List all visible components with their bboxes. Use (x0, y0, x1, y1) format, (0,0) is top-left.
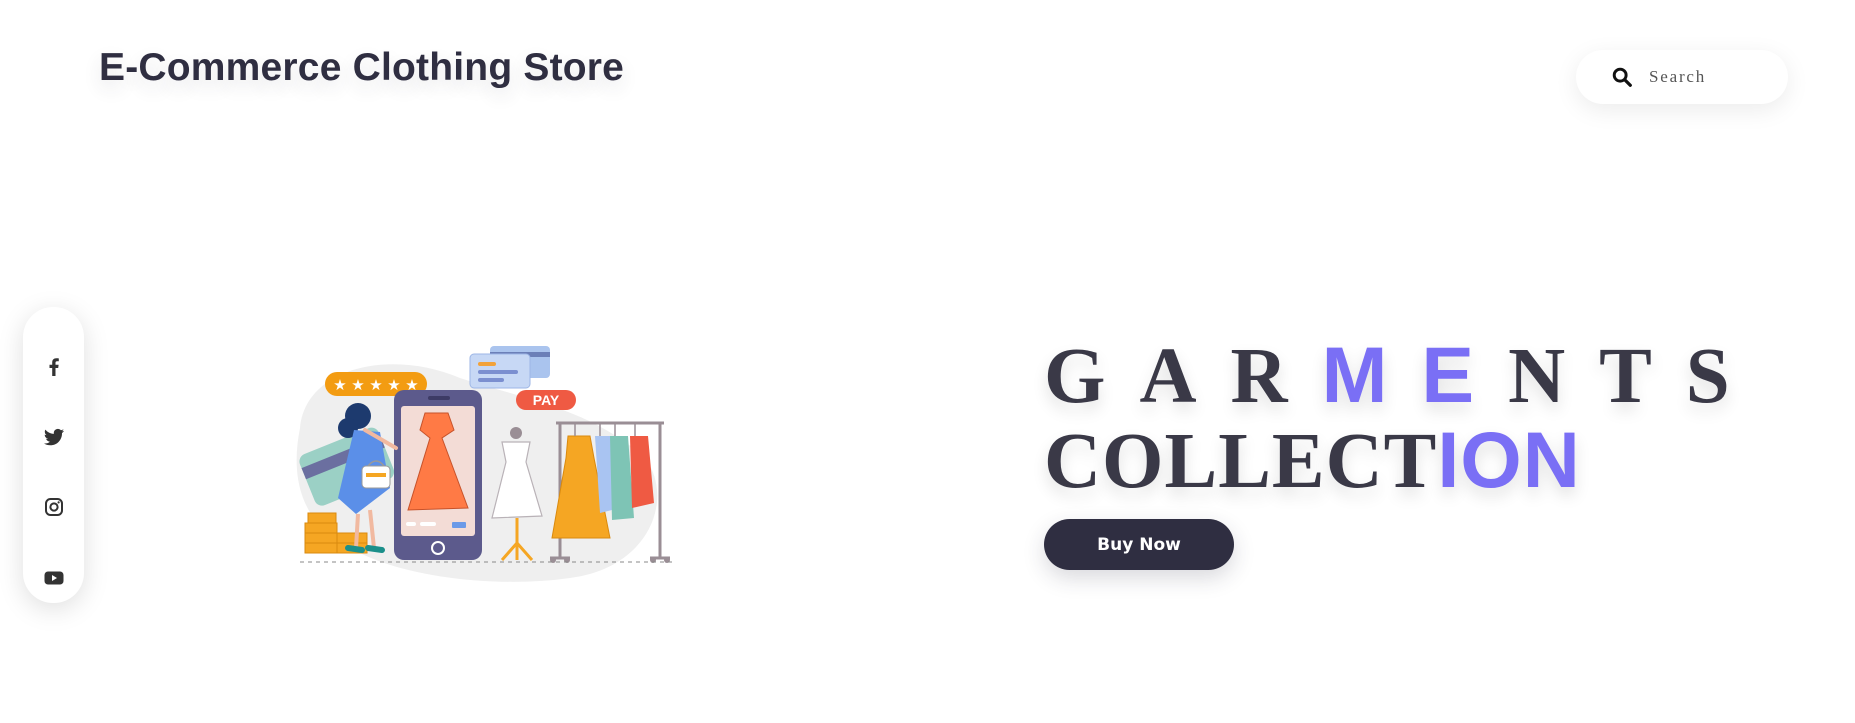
headline-line-2-accent: ION (1437, 415, 1581, 504)
facebook-link[interactable] (23, 346, 84, 386)
search-box[interactable] (1576, 50, 1788, 104)
search-icon[interactable] (1611, 66, 1633, 88)
headline-line-2-text: COLLECT (1044, 418, 1438, 505)
facebook-icon (49, 358, 59, 376)
instagram-icon (44, 498, 63, 516)
twitter-link[interactable] (23, 417, 84, 457)
buy-now-button[interactable]: Buy Now (1044, 519, 1234, 570)
social-sidebar (23, 307, 84, 603)
pay-label: PAY (533, 392, 560, 408)
youtube-link[interactable] (23, 558, 84, 598)
svg-text:★: ★ (351, 376, 364, 394)
youtube-icon (44, 571, 63, 585)
shopping-illustration: PAY ★ ★ ★ ★ ★ (296, 346, 675, 582)
svg-text:★: ★ (387, 376, 400, 394)
search-input[interactable] (1647, 66, 1771, 88)
twitter-icon (43, 428, 64, 446)
headline-line-1: GARMENTS (1044, 330, 1764, 422)
headline-line-1-text: GAR (1044, 333, 1322, 420)
headline-line-2: COLLECTION (1044, 420, 1764, 501)
instagram-link[interactable] (23, 487, 84, 527)
hero-headline: GARMENTS COLLECTION (1044, 330, 1764, 501)
headline-line-1-accent: ME (1321, 330, 1509, 419)
site-title: E-Commerce Clothing Store (99, 46, 625, 89)
svg-text:★: ★ (333, 376, 346, 394)
svg-text:★: ★ (369, 376, 382, 394)
headline-line-1-rest: NTS (1508, 333, 1764, 420)
credit-card-icon (469, 346, 550, 389)
